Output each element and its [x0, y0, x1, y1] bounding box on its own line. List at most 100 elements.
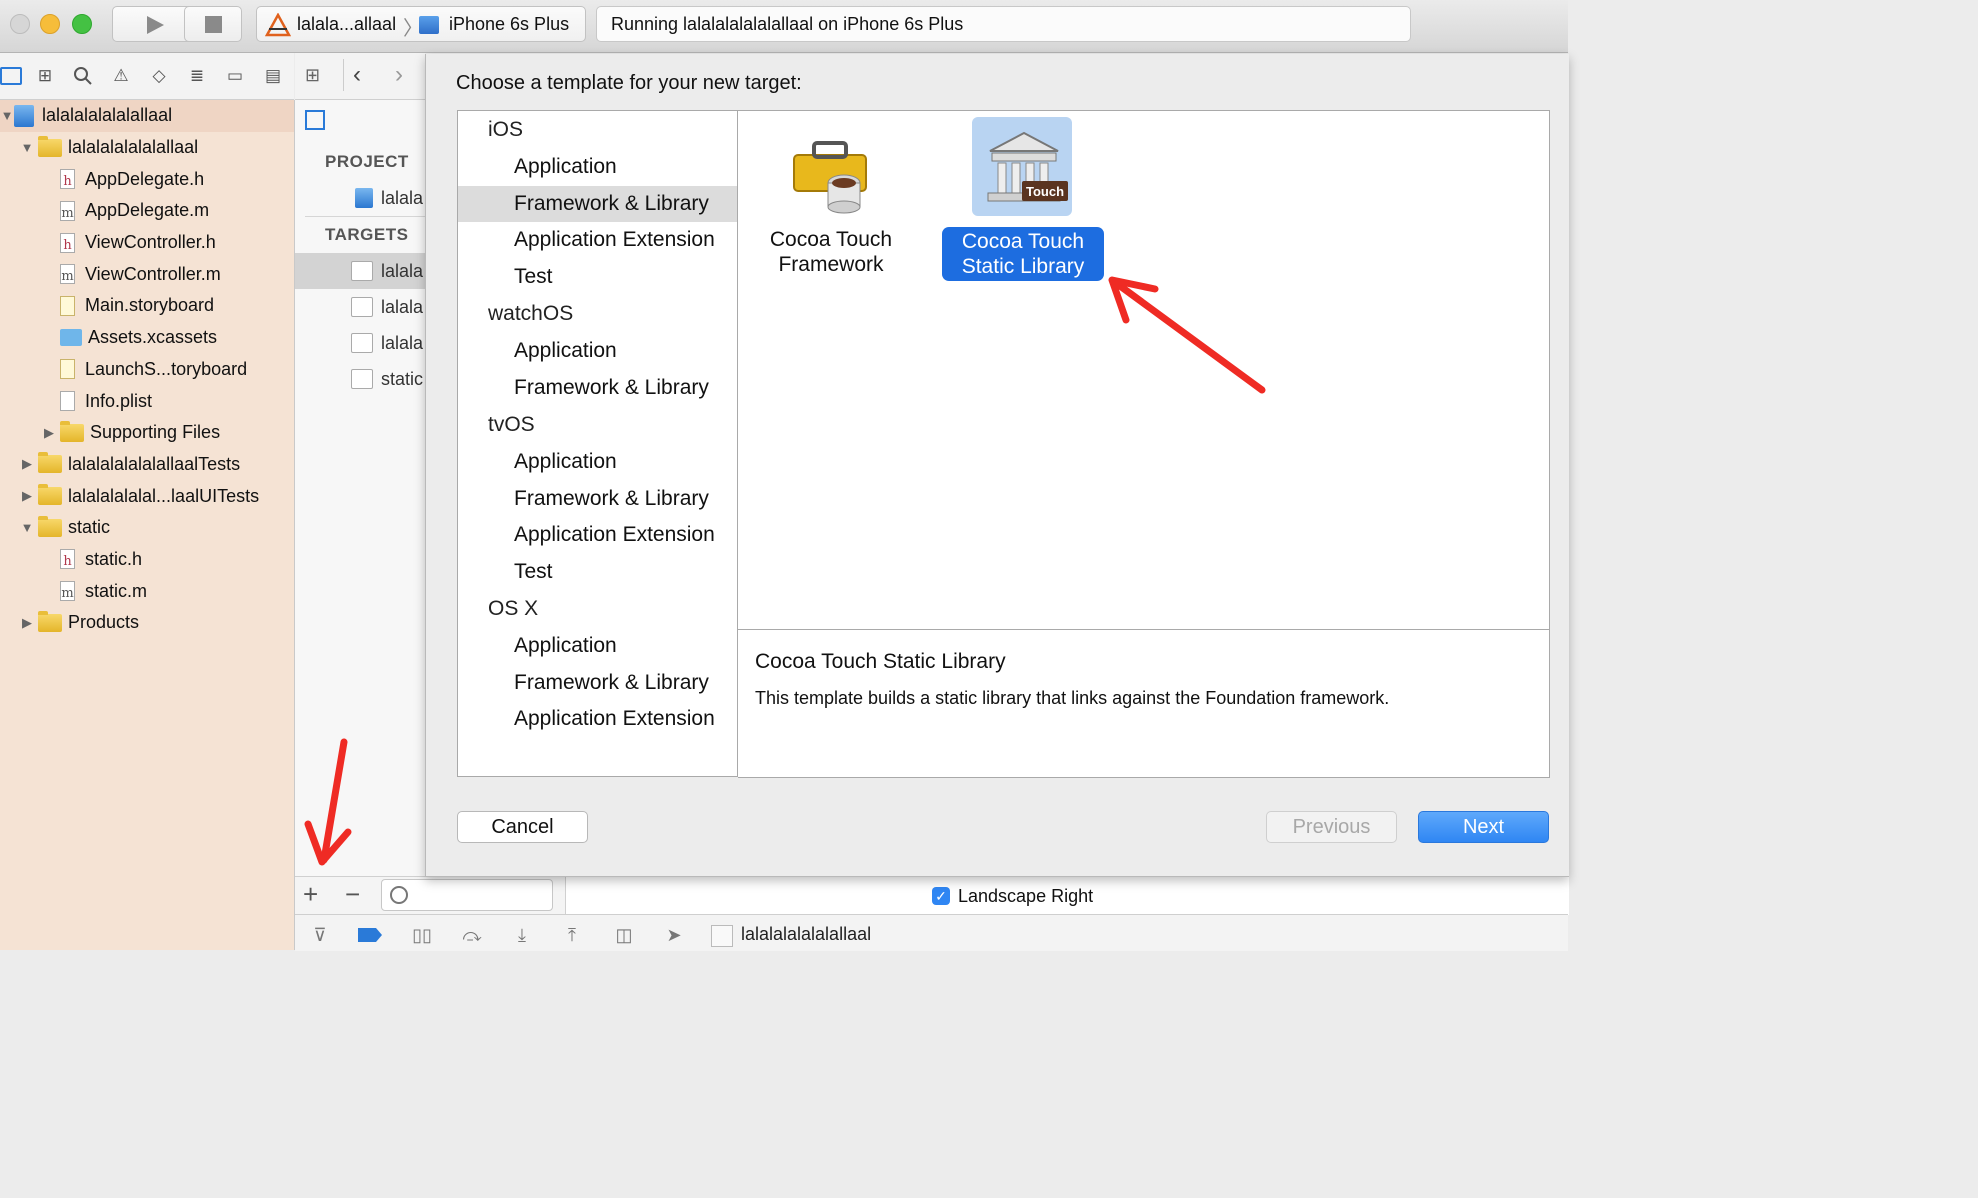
breakpoints-toggle-icon[interactable]	[357, 923, 383, 947]
disclosure-open-icon[interactable]: ▼	[20, 520, 34, 535]
disclosure-closed-icon[interactable]: ▶	[20, 488, 34, 504]
location-icon[interactable]: ➤	[661, 923, 687, 947]
category-item[interactable]: Framework & Library	[458, 481, 737, 518]
navigator-item[interactable]: ▶ lalalalalalal...laalUITests	[0, 480, 294, 512]
filter-icon	[390, 886, 408, 904]
disclosure-open-icon[interactable]: ▼	[0, 108, 14, 123]
targets-list: lalala lalala lalala static	[295, 253, 425, 397]
navigator-item[interactable]: LaunchS...toryboard	[0, 354, 294, 386]
navigator-item[interactable]: Info.plist	[0, 385, 294, 417]
scheme-target-label: lalala...allaal	[297, 14, 397, 34]
touch-badge: Touch	[1022, 181, 1068, 201]
project-item[interactable]: lalala	[295, 180, 425, 216]
category-item[interactable]: Application Extension	[458, 701, 737, 738]
navigator-item[interactable]: m ViewController.m	[0, 258, 294, 290]
app-target-icon	[711, 925, 733, 947]
category-item[interactable]: Framework & Library	[458, 185, 737, 222]
navigator-item[interactable]: ▼ lalalalalalalallaal	[0, 132, 294, 164]
category-item[interactable]: Framework & Library	[458, 370, 737, 407]
disclosure-closed-icon[interactable]: ▶	[42, 425, 56, 441]
hide-debug-area-icon[interactable]: ⊽	[307, 923, 333, 947]
navigator-item[interactable]: ▼ lalalalalalalallaal	[0, 100, 294, 132]
navigator-item[interactable]: m static.m	[0, 575, 294, 607]
target-item[interactable]: static	[295, 361, 425, 397]
report-navigator-icon[interactable]: ▤	[262, 65, 284, 87]
navigator-item-label: LaunchS...toryboard	[85, 358, 248, 379]
activity-status-text: Running lalalalalalalallaal on iPhone 6s…	[611, 14, 964, 34]
navigator-item[interactable]: ▶ Supporting Files	[0, 417, 294, 449]
landscape-right-checkbox[interactable]: ✓	[932, 887, 950, 905]
close-window-button[interactable]	[10, 14, 30, 34]
category-item[interactable]: Test	[458, 259, 737, 296]
disclosure-open-icon[interactable]: ▼	[20, 140, 34, 155]
breakpoint-icon[interactable]: ▭	[224, 65, 246, 87]
back-arrow-icon[interactable]: ‹	[353, 61, 361, 89]
template-cocoa-touch-static-library[interactable]: Touch Cocoa Touch Static Library	[938, 117, 1108, 283]
step-over-icon[interactable]: ⤼	[459, 923, 485, 947]
navigator-item[interactable]: ▼ static	[0, 512, 294, 544]
source-file-icon: m	[60, 200, 75, 221]
device-label: iPhone 6s Plus	[449, 14, 570, 34]
divider	[305, 216, 425, 217]
category-item[interactable]: Application Extension	[458, 222, 737, 259]
asset-catalog-icon	[60, 329, 82, 347]
category-item[interactable]: Test	[458, 554, 737, 591]
category-item[interactable]: Framework & Library	[458, 665, 737, 702]
target-item-label: lalala	[381, 260, 424, 281]
test-navigator-icon[interactable]: ◇	[148, 65, 170, 87]
category-item[interactable]: Application	[458, 333, 737, 370]
folder-icon	[38, 452, 62, 474]
navigator-item[interactable]: ▶ lalalalalalalallaalTests	[0, 449, 294, 481]
zoom-window-button[interactable]	[72, 14, 92, 34]
warning-icon[interactable]: ⚠	[110, 65, 132, 87]
target-item[interactable]: lalala	[295, 325, 425, 361]
view-debugger-icon[interactable]: ◫	[611, 923, 637, 947]
pause-icon[interactable]: ▯▯	[409, 923, 435, 947]
storyboard-file-icon	[60, 295, 75, 316]
target-item[interactable]: lalala	[295, 289, 425, 325]
plist-file-icon	[60, 391, 75, 412]
xcode-app-icon	[265, 13, 291, 37]
previous-button[interactable]: Previous	[1266, 811, 1397, 843]
test-bundle-icon	[351, 333, 373, 353]
step-into-icon[interactable]: ⤓	[509, 923, 535, 947]
navigator-item[interactable]: h ViewController.h	[0, 227, 294, 259]
sheet-title: Choose a template for your new target:	[456, 72, 802, 94]
debug-navigator-icon[interactable]: ≣	[186, 65, 208, 87]
category-item[interactable]: Application Extension	[458, 517, 737, 554]
add-target-button[interactable]: +	[303, 879, 318, 910]
symbol-navigator-icon[interactable]: ⊞	[34, 65, 56, 87]
search-icon[interactable]	[72, 65, 94, 87]
step-out-icon[interactable]: ⤒	[559, 923, 585, 947]
toggle-sidebar-icon[interactable]	[305, 110, 325, 130]
target-item[interactable]: lalala	[295, 253, 425, 289]
template-grid: Cocoa Touch Framework Touch Cocoa Touch …	[738, 110, 1550, 630]
remove-target-button[interactable]: −	[345, 879, 360, 910]
category-item[interactable]: Application	[458, 628, 737, 665]
description-body: This template builds a static library th…	[755, 688, 1390, 708]
activity-viewer: Running lalalalalalalallaal on iPhone 6s…	[596, 6, 1411, 42]
filter-field[interactable]	[381, 879, 553, 911]
navigator-item[interactable]: h AppDelegate.h	[0, 163, 294, 195]
navigator-item[interactable]: Assets.xcassets	[0, 322, 294, 354]
targets-section-header: TARGETS	[325, 225, 409, 244]
next-button[interactable]: Next	[1418, 811, 1549, 843]
cancel-button[interactable]: Cancel	[457, 811, 588, 843]
scheme-selector[interactable]: lalala...allaal 〉 iPhone 6s Plus	[256, 6, 586, 42]
navigator-item[interactable]: ▶ Products	[0, 607, 294, 639]
disclosure-closed-icon[interactable]: ▶	[20, 615, 34, 631]
project-navigator-icon[interactable]	[0, 65, 22, 87]
navigator-item[interactable]: h static.h	[0, 544, 294, 576]
template-cocoa-touch-framework[interactable]: Cocoa Touch Framework	[748, 117, 914, 283]
navigator-item[interactable]: m AppDelegate.m	[0, 195, 294, 227]
disclosure-closed-icon[interactable]: ▶	[20, 456, 34, 472]
category-item[interactable]: Application	[458, 444, 737, 481]
deployment-info-area: ✓ Landscape Right	[565, 876, 1569, 915]
stop-button[interactable]	[184, 6, 242, 42]
category-item[interactable]: Application	[458, 149, 737, 186]
navigator-item[interactable]: Main.storyboard	[0, 290, 294, 322]
minimize-window-button[interactable]	[40, 14, 60, 34]
related-items-icon[interactable]: ⊞	[305, 65, 327, 87]
folder-icon	[38, 515, 62, 537]
forward-arrow-icon[interactable]: ›	[395, 61, 403, 89]
